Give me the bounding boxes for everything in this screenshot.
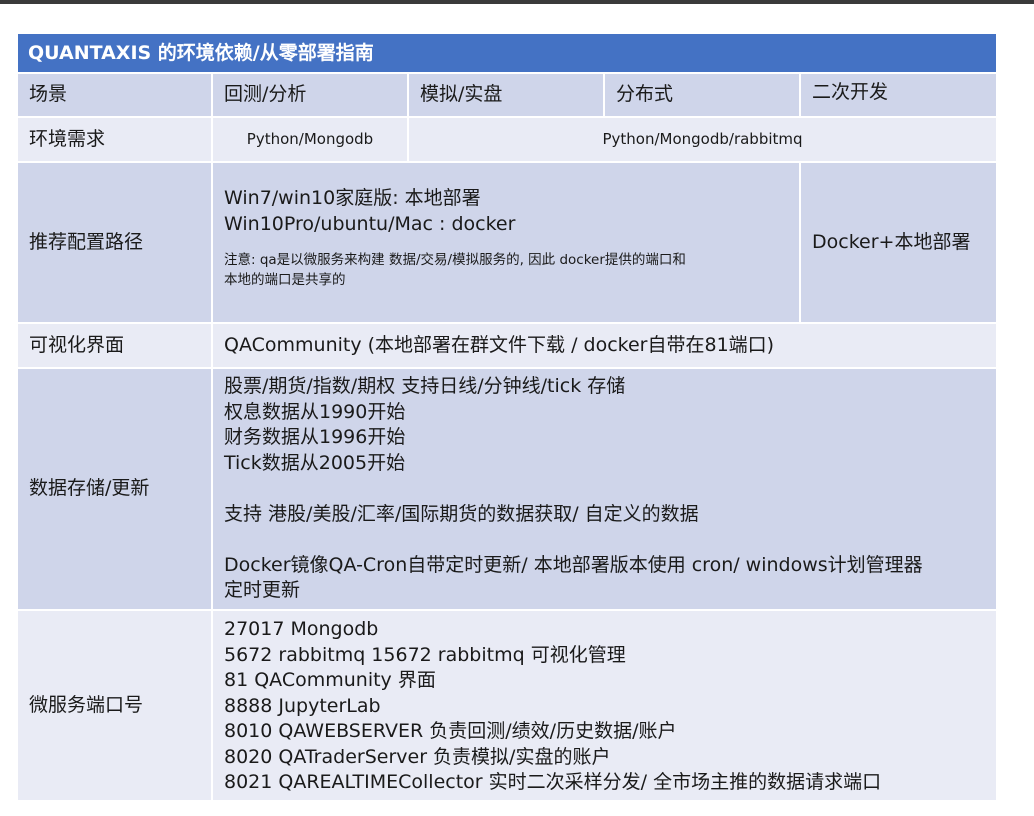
ports-list: 27017 Mongodb 5672 rabbitmq 15672 rabbit…	[213, 611, 996, 800]
header-backtest: 回测/分析	[213, 74, 407, 116]
config-paths: Win7/win10家庭版: 本地部署 Win10Pro/ubuntu/Mac …	[213, 163, 799, 322]
config-note: 本地的端口是共享的	[224, 272, 346, 288]
storage-line: 财务数据从1996开始	[224, 426, 406, 448]
storage-details: 股票/期货/指数/期权 支持日线/分钟线/tick 存储 权息数据从1990开始…	[213, 369, 996, 609]
port-item: 27017 Mongodb	[224, 618, 379, 640]
visual-value: QACommunity (本地部署在群文件下载 / docker自带在81端口)	[213, 324, 996, 367]
ports-label: 微服务端口号	[18, 611, 211, 800]
storage-line: 股票/期货/指数/期权 支持日线/分钟线/tick 存储	[224, 375, 626, 397]
table-title: QUANTAXIS 的环境依赖/从零部署指南	[18, 34, 996, 72]
env-full: Python/Mongodb/rabbitmq	[409, 118, 996, 161]
top-border	[0, 0, 1034, 4]
header-secondary-dev: 二次开发	[801, 74, 996, 116]
env-label: 环境需求	[18, 118, 211, 161]
storage-cron: 定时更新	[224, 579, 301, 601]
storage-cron: Docker镜像QA-Cron自带定时更新/ 本地部署版本使用 cron/ wi…	[224, 553, 923, 576]
storage-line: Tick数据从2005开始	[224, 451, 406, 474]
header-distributed: 分布式	[605, 74, 799, 116]
config-note: 注意: qa是以微服务来构建 数据/交易/模拟服务的, 因此 docker提供的…	[224, 252, 686, 268]
port-item: 8010 QAWEBSERVER 负责回测/绩效/历史数据/账户	[224, 720, 677, 742]
port-item: 8020 QATraderServer 负责模拟/实盘的账户	[224, 745, 611, 768]
config-line: Win7/win10家庭版: 本地部署	[224, 187, 481, 209]
storage-line: 权息数据从1990开始	[224, 400, 406, 423]
port-item: 8021 QAREALTIMECollector 实时二次采样分发/ 全市场主推…	[224, 771, 882, 793]
header-simulation: 模拟/实盘	[409, 74, 603, 116]
visual-label: 可视化界面	[18, 324, 211, 367]
storage-label: 数据存储/更新	[18, 369, 211, 609]
port-item: 8888 JupyterLab	[224, 694, 381, 717]
config-label: 推荐配置路径	[18, 163, 211, 322]
port-item: 5672 rabbitmq 15672 rabbitmq 可视化管理	[224, 643, 626, 666]
env-basic: Python/Mongodb	[213, 118, 407, 161]
config-right: Docker+本地部署	[801, 163, 996, 322]
port-item: 81 QACommunity 界面	[224, 669, 436, 691]
header-scene: 场景	[18, 74, 211, 116]
storage-support: 支持 港股/美股/汇率/国际期货的数据获取/ 自定义的数据	[224, 502, 699, 525]
config-line: Win10Pro/ubuntu/Mac : docker	[224, 212, 516, 235]
